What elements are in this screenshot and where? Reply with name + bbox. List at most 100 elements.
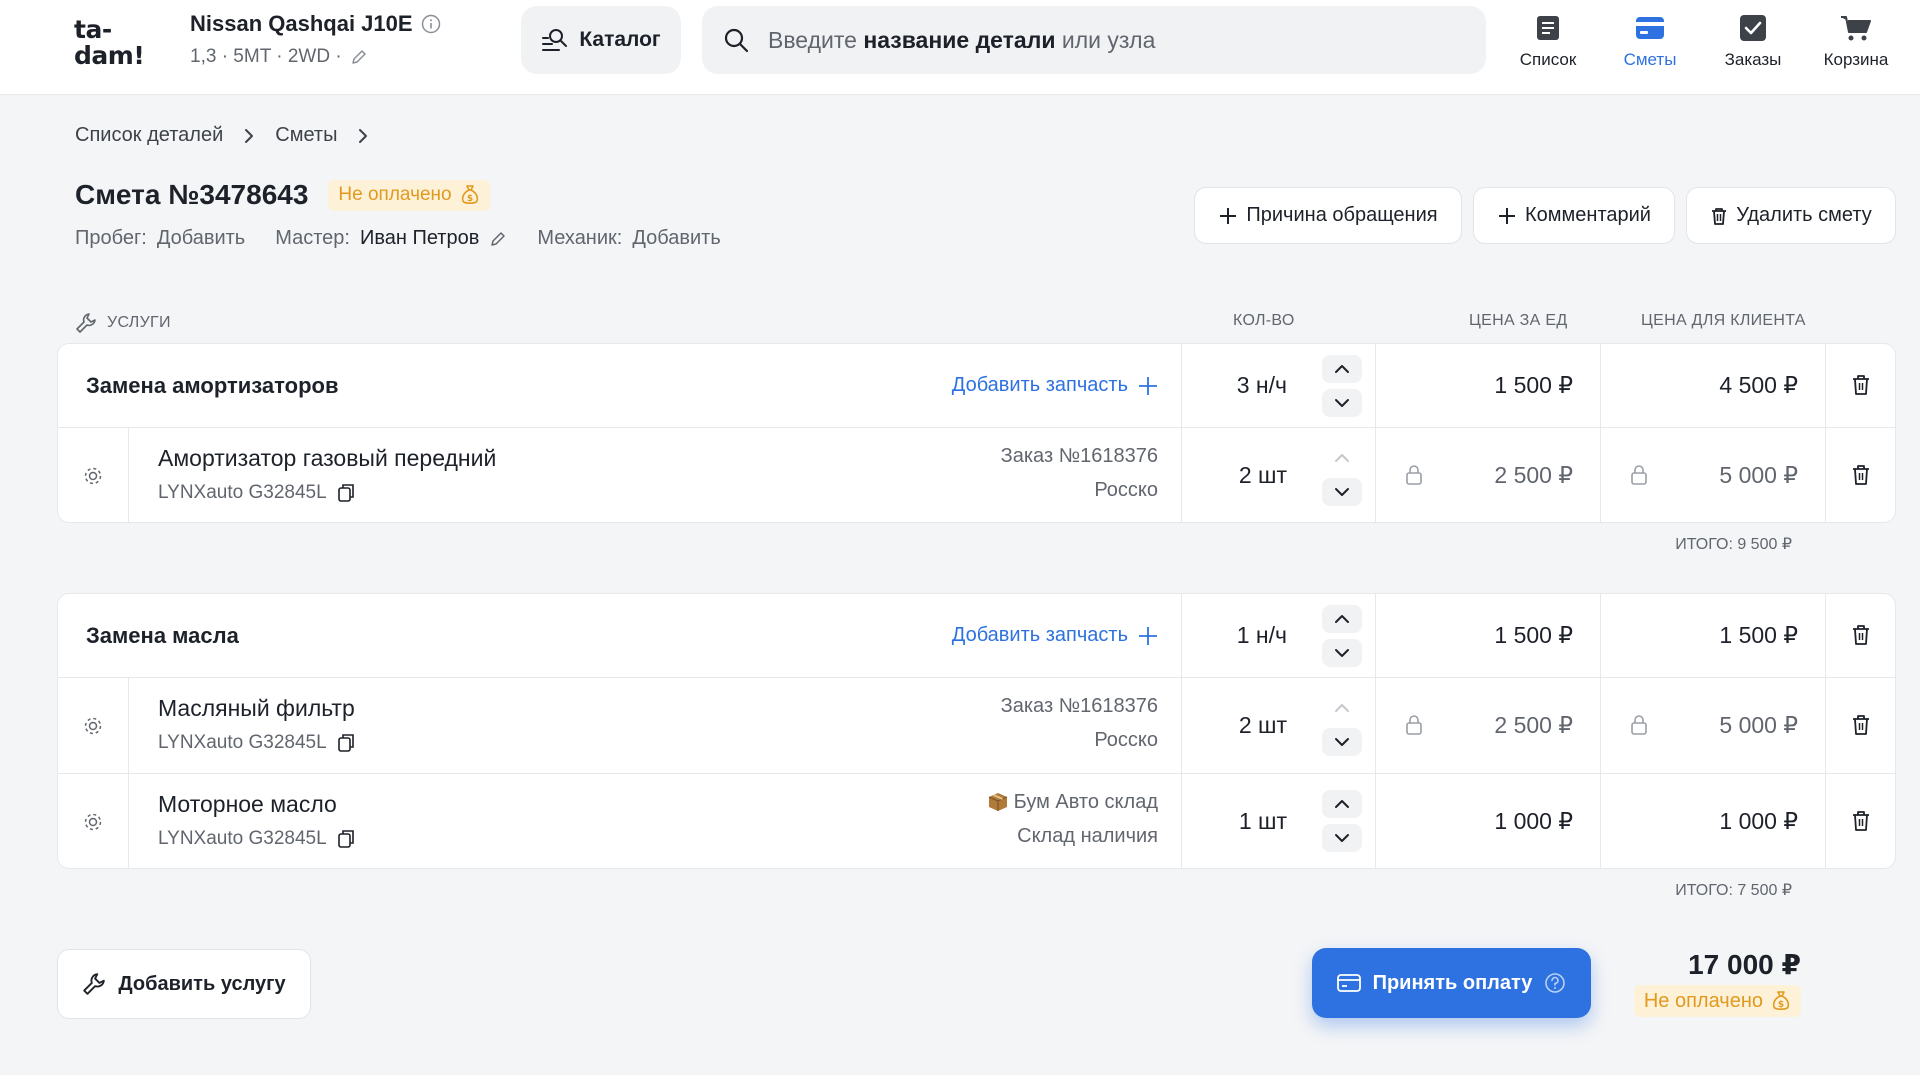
breadcrumb-item-estimates[interactable]: Сметы — [275, 124, 337, 147]
decrease-button[interactable] — [1322, 478, 1362, 506]
part-row: Моторное масло LYNXauto G32845L Бум Авто… — [58, 773, 1895, 868]
chevron-down-icon — [1335, 834, 1349, 842]
part-sku-text: LYNXauto G32845L — [158, 732, 327, 753]
gear-icon[interactable] — [82, 465, 104, 487]
part-sku: LYNXauto G32845L — [158, 482, 355, 504]
copy-icon[interactable] — [337, 733, 355, 753]
part-sku: LYNXauto G32845L — [158, 828, 355, 850]
mileage-add-link[interactable]: Добавить — [157, 227, 245, 250]
wrench-icon — [75, 312, 97, 334]
decrease-button[interactable] — [1322, 639, 1362, 667]
part-sku: LYNXauto G32845L — [158, 732, 355, 754]
add-comment-button[interactable]: Комментарий — [1473, 187, 1675, 244]
catalog-button[interactable]: Каталог — [521, 6, 681, 74]
decrease-button[interactable] — [1322, 389, 1362, 417]
qty-stepper[interactable] — [1322, 444, 1362, 506]
status-badge: Не оплачено $ — [328, 179, 490, 211]
increase-button[interactable] — [1322, 355, 1362, 383]
chevron-down-icon — [1335, 738, 1349, 746]
nav-orders[interactable]: Заказы — [1705, 14, 1801, 70]
decrease-button[interactable] — [1322, 728, 1362, 756]
part-sku-text: LYNXauto G32845L — [158, 482, 327, 503]
estimates-icon — [1635, 14, 1665, 42]
accept-payment-label: Принять оплату — [1372, 971, 1533, 994]
master-value: Иван Петров — [359, 227, 480, 249]
edit-master-icon[interactable] — [489, 230, 507, 248]
increase-button[interactable] — [1322, 605, 1362, 633]
qty-stepper[interactable] — [1322, 694, 1362, 756]
delete-service-icon[interactable] — [1852, 624, 1870, 646]
nav-list[interactable]: Список — [1500, 14, 1596, 70]
unit-price-header: ЦЕНА ЗА ЕД — [1469, 312, 1568, 329]
estimate-header: Смета №3478643 Не оплачено $ — [75, 179, 490, 211]
copy-icon[interactable] — [337, 829, 355, 849]
mechanic-add-link[interactable]: Добавить — [632, 227, 720, 250]
cart-icon — [1840, 14, 1872, 42]
service-name: Замена масла — [86, 623, 239, 648]
help-icon[interactable] — [1544, 972, 1566, 994]
service-unit-price: 1 500 ₽ — [1494, 622, 1573, 648]
nav-cart[interactable]: Корзина — [1808, 14, 1904, 70]
chevron-up-icon — [1335, 454, 1349, 462]
add-part-button[interactable]: Добавить запчасть — [952, 624, 1158, 647]
add-part-button[interactable]: Добавить запчасть — [952, 374, 1158, 397]
svg-text:$: $ — [466, 194, 472, 204]
copy-icon[interactable] — [337, 483, 355, 503]
order-number[interactable]: Заказ №1618376 — [1001, 689, 1158, 723]
delete-service-icon[interactable] — [1852, 374, 1870, 396]
qty-stepper[interactable] — [1322, 605, 1362, 667]
part-name: Амортизатор газовый передний — [158, 445, 497, 471]
increase-button[interactable] — [1322, 790, 1362, 818]
service-row: Замена амортизаторов Добавить запчасть 3… — [58, 344, 1895, 427]
part-unit-price: 2 500 ₽ — [1494, 712, 1573, 738]
nav-estimates[interactable]: Сметы — [1602, 14, 1698, 70]
chevron-up-icon — [1335, 615, 1349, 623]
gear-icon[interactable] — [82, 811, 104, 833]
delete-part-icon[interactable] — [1852, 810, 1870, 832]
logo-line-2: dam! — [74, 41, 145, 70]
breadcrumb: Список деталей Сметы — [75, 124, 369, 147]
qty-stepper[interactable] — [1322, 790, 1362, 852]
part-supplier: Заказ №1618376 Росско — [1001, 689, 1158, 757]
part-qty: 2 шт — [1238, 712, 1287, 738]
add-reason-button[interactable]: Причина обращения — [1194, 187, 1462, 244]
info-icon[interactable] — [421, 14, 441, 34]
increase-button — [1322, 694, 1362, 722]
search-input[interactable]: Введите название детали или узла — [702, 6, 1486, 74]
money-bag-icon: $ — [1771, 990, 1791, 1012]
warehouse-name: Бум Авто склад — [1013, 791, 1158, 813]
delete-estimate-label: Удалить смету — [1736, 204, 1872, 226]
delete-estimate-button[interactable]: Удалить смету — [1686, 187, 1896, 244]
plus-icon — [1497, 206, 1517, 226]
service-card-oil-change: Замена масла Добавить запчасть 1 н/ч 1 5… — [57, 593, 1896, 869]
chevron-up-icon — [1335, 800, 1349, 808]
delete-part-icon[interactable] — [1852, 464, 1870, 486]
mileage-label: Пробег: — [75, 227, 147, 249]
plus-icon — [1138, 626, 1158, 646]
package-icon — [988, 792, 1008, 812]
service-total: ИТОГО: 7 500 ₽ — [1675, 882, 1792, 899]
qty-stepper[interactable] — [1322, 355, 1362, 417]
car-subtitle: 1,3 · 5MT · 2WD · — [190, 46, 342, 67]
money-bag-icon: $ — [460, 184, 480, 206]
service-client-price: 1 500 ₽ — [1719, 622, 1798, 648]
search-placeholder: Введите название детали или узла — [768, 26, 1156, 53]
car-title: Nissan Qashqai J10E — [190, 11, 413, 36]
service-row: Замена масла Добавить запчасть 1 н/ч 1 5… — [58, 594, 1895, 677]
chevron-down-icon — [1335, 488, 1349, 496]
accept-payment-button[interactable]: Принять оплату — [1312, 948, 1591, 1018]
supplier-name: Росско — [1094, 729, 1158, 751]
add-comment-label: Комментарий — [1525, 204, 1651, 226]
order-number[interactable]: Заказ №1618376 — [1001, 439, 1158, 473]
grand-total: 17 000 ₽ — [1688, 949, 1801, 980]
breadcrumb-item-parts-list[interactable]: Список деталей — [75, 124, 223, 147]
delete-part-icon[interactable] — [1852, 714, 1870, 736]
decrease-button[interactable] — [1322, 824, 1362, 852]
part-qty: 2 шт — [1238, 462, 1287, 488]
estimate-meta: Пробег: Добавить Мастер: Иван Петров Мех… — [75, 227, 751, 250]
logo[interactable]: ta- dam! — [74, 17, 145, 70]
service-name: Замена амортизаторов — [86, 373, 339, 398]
gear-icon[interactable] — [82, 715, 104, 737]
edit-car-icon[interactable] — [350, 48, 368, 66]
add-service-button[interactable]: Добавить услугу — [57, 949, 311, 1019]
